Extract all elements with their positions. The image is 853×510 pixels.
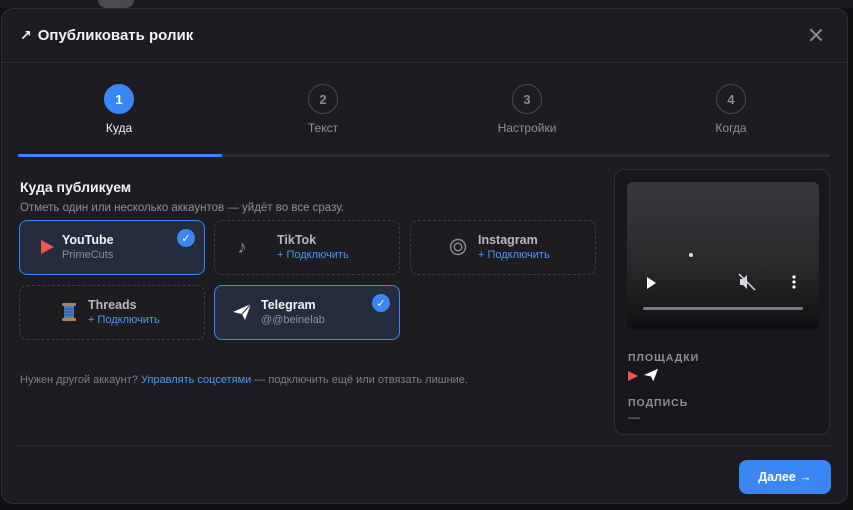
account-card-instagram[interactable]: Instagram + Подключить — [410, 220, 596, 275]
account-handle: PrimeCuts — [62, 249, 114, 261]
platforms-label: ПЛОЩАДКИ — [628, 352, 700, 364]
step-number: 1 — [104, 84, 134, 114]
help-suffix: — подключить ещё или отвязать лишние. — [251, 374, 468, 386]
mute-icon[interactable] — [738, 273, 756, 291]
step-number: 2 — [308, 84, 338, 114]
dialog-title: ↗ Опубликовать ролик — [20, 27, 193, 44]
step-label: Куда — [105, 121, 133, 135]
preview-panel: ПЛОЩАДКИ ПОДПИСЬ — — [614, 169, 830, 435]
account-name: YouTube — [62, 233, 114, 247]
section-title: Куда публикуем — [20, 179, 132, 195]
arrow-up-right-icon: ↗ — [20, 27, 32, 43]
step-progress-fill — [18, 154, 222, 157]
account-name: TikTok — [277, 233, 317, 247]
account-name: Telegram — [261, 298, 316, 312]
step-where[interactable]: 1 Куда — [59, 84, 179, 135]
account-card-tiktok[interactable]: ♪ TikTok + Подключить — [214, 220, 400, 275]
video-frame-dot — [689, 253, 693, 257]
help-prefix: Нужен другой аккаунт? — [20, 374, 141, 386]
step-settings[interactable]: 3 Настройки — [467, 84, 587, 135]
music-note-icon: ♪ — [237, 236, 247, 257]
dialog-header: ↗ Опубликовать ролик — [2, 9, 847, 63]
stepper: 1 Куда 2 Текст 3 Настройки 4 Когда — [18, 84, 830, 159]
youtube-play-icon — [35, 235, 59, 259]
thread-spool-icon — [57, 300, 81, 324]
preview-platforms — [627, 368, 659, 387]
help-text: Нужен другой аккаунт? Управлять соцсетям… — [20, 374, 468, 386]
paper-plane-icon — [230, 300, 254, 324]
account-name: Threads — [88, 298, 137, 312]
checkmark-icon: ✓ — [177, 229, 195, 247]
dialog-title-text: Опубликовать ролик — [37, 27, 194, 44]
connect-link[interactable]: + Подключить — [277, 249, 349, 261]
connect-link[interactable]: + Подключить — [88, 314, 160, 326]
step-when[interactable]: 4 Когда — [671, 84, 791, 135]
youtube-play-icon — [627, 369, 639, 387]
caption-label: ПОДПИСЬ — [628, 397, 689, 409]
section-subtitle: Отметь один или несколько аккаунтов — уй… — [20, 202, 345, 214]
account-handle: @@beinelab — [261, 314, 325, 326]
step-text[interactable]: 2 Текст — [263, 84, 383, 135]
video-scrubber[interactable] — [643, 307, 803, 310]
caption-value: — — [628, 410, 640, 424]
next-button[interactable]: Далее → — [739, 460, 831, 494]
step-label: Настройки — [497, 121, 557, 135]
step-label: Когда — [715, 121, 747, 135]
step-number: 4 — [716, 84, 746, 114]
account-card-telegram[interactable]: Telegram @@beinelab ✓ — [214, 285, 400, 340]
connect-link[interactable]: + Подключить — [478, 249, 550, 261]
account-card-threads[interactable]: Threads + Подключить — [19, 285, 205, 340]
play-icon[interactable] — [647, 277, 656, 289]
close-icon[interactable] — [807, 26, 825, 44]
paper-plane-icon — [643, 368, 659, 387]
step-label: Текст — [307, 121, 339, 135]
step-progress-track — [18, 154, 830, 157]
account-card-youtube[interactable]: YouTube PrimeCuts ✓ — [19, 220, 205, 275]
checkmark-icon: ✓ — [372, 294, 390, 312]
publish-dialog: ↗ Опубликовать ролик 1 Куда 2 Текст 3 На… — [1, 8, 848, 504]
more-vertical-icon[interactable] — [790, 273, 798, 291]
account-name: Instagram — [478, 233, 538, 247]
step-number: 3 — [512, 84, 542, 114]
manage-socials-link[interactable]: Управлять соцсетями — [141, 374, 251, 386]
background-handle — [98, 0, 134, 8]
instagram-icon — [446, 235, 470, 259]
footer-divider — [18, 445, 830, 446]
video-player[interactable] — [627, 182, 819, 330]
